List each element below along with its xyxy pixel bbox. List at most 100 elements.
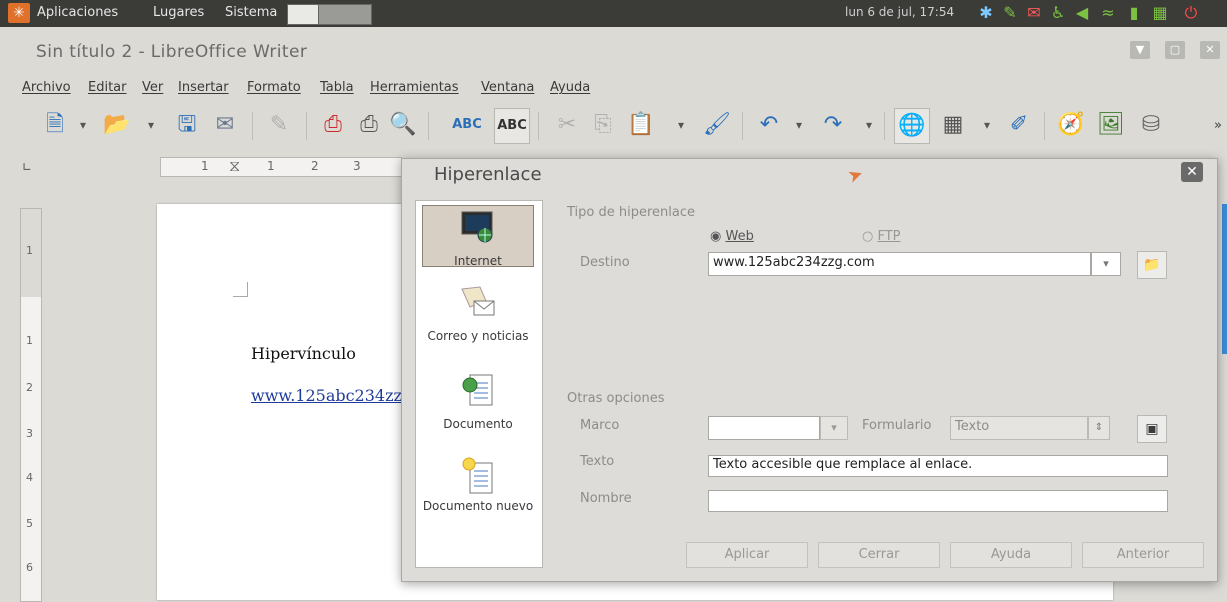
volume-muted-icon[interactable]: ◀: [1072, 3, 1092, 23]
email-document-icon[interactable]: ✉: [208, 108, 242, 142]
menu-formato[interactable]: Formato: [247, 80, 301, 95]
marco-dropdown-button[interactable]: ▾: [820, 416, 848, 440]
toolbar-separator: [306, 112, 307, 140]
applications-logo-icon[interactable]: ✳: [8, 3, 30, 23]
formulario-spin-button[interactable]: ⇕: [1088, 416, 1110, 440]
new-dropdown-arrow-icon[interactable]: ▾: [80, 118, 86, 132]
category-mail[interactable]: Correo y noticias: [422, 285, 534, 343]
redo-dropdown-arrow-icon[interactable]: ▾: [866, 118, 872, 132]
undo-dropdown-arrow-icon[interactable]: ▾: [796, 118, 802, 132]
window-titlebar: Sin título 2 - LibreOffice Writer: [0, 37, 1227, 67]
document-heading[interactable]: Hipervínculo: [251, 344, 356, 363]
panel-menu-lugares[interactable]: Lugares: [153, 5, 204, 20]
wifi-icon[interactable]: ≈: [1098, 3, 1118, 23]
hyperlink-icon[interactable]: 🌐: [894, 108, 930, 144]
minimize-window-button[interactable]: ▼: [1130, 41, 1150, 59]
maximize-window-button[interactable]: ▢: [1165, 41, 1185, 59]
print-preview-icon[interactable]: 🔍: [386, 108, 420, 142]
autospellcheck-icon[interactable]: ABC: [494, 108, 530, 144]
keyboard-layout-icon[interactable]: ▦: [1150, 3, 1170, 23]
cut-icon[interactable]: ✂: [550, 108, 584, 142]
gallery-icon[interactable]: 🖼: [1094, 108, 1128, 142]
menu-archivo[interactable]: Archivo: [22, 80, 71, 95]
battery-icon[interactable]: ▮: [1124, 3, 1144, 23]
pencil-app-icon[interactable]: ✎: [1000, 3, 1020, 23]
document-icon: [458, 373, 498, 413]
radio-ftp-label: FTP: [877, 229, 901, 244]
tab-stop-selector-icon[interactable]: ∟: [22, 160, 32, 174]
panel-menu-aplicaciones[interactable]: Aplicaciones: [37, 5, 118, 20]
close-window-button[interactable]: ✕: [1200, 41, 1220, 59]
document-hyperlink[interactable]: www.125abc234zzg: [251, 386, 412, 405]
spellcheck-icon[interactable]: ABC: [450, 108, 484, 142]
radio-ftp[interactable]: ○ FTP: [862, 229, 901, 244]
open-folder-icon[interactable]: 📂: [100, 108, 134, 142]
show-draw-functions-icon[interactable]: ✐: [1002, 108, 1036, 142]
marco-label: Marco: [580, 418, 620, 433]
close-button[interactable]: Cerrar: [818, 542, 940, 568]
marco-input[interactable]: [708, 416, 820, 440]
destino-input[interactable]: www.125abc234zzg.com: [708, 252, 1091, 276]
export-pdf-icon[interactable]: ⎙: [316, 108, 350, 142]
toolbar-separator: [1044, 112, 1045, 140]
panel-menu-sistema[interactable]: Sistema: [225, 5, 277, 20]
toolbar-separator: [884, 112, 885, 140]
redo-icon[interactable]: ↷: [816, 108, 850, 142]
ruler-mark: 6: [26, 561, 33, 574]
clone-formatting-icon[interactable]: 🖌: [700, 108, 734, 142]
text-boundary-corner: [233, 282, 248, 297]
paste-icon[interactable]: 📋: [624, 108, 658, 142]
save-icon[interactable]: 🖫: [170, 108, 204, 142]
power-icon[interactable]: ⏻: [1176, 3, 1206, 23]
table-dropdown-arrow-icon[interactable]: ▾: [984, 118, 990, 132]
network-status-icon[interactable]: ✱: [976, 3, 996, 23]
navigator-icon[interactable]: 🧭: [1054, 108, 1088, 142]
nombre-input[interactable]: [708, 490, 1168, 512]
formulario-select[interactable]: Texto: [950, 416, 1088, 440]
indent-marker-icon[interactable]: ⧖: [229, 156, 240, 176]
menu-insertar[interactable]: Insertar: [178, 80, 229, 95]
category-new-document[interactable]: Documento nuevo: [422, 455, 534, 513]
menu-ventana[interactable]: Ventana: [481, 80, 534, 95]
mail-tray-icon[interactable]: ✉: [1024, 3, 1044, 23]
menu-editar[interactable]: Editar: [88, 80, 127, 95]
ruler-mark: 1: [201, 159, 209, 173]
vertical-scrollbar[interactable]: [1222, 204, 1227, 354]
events-button[interactable]: ▣: [1137, 415, 1167, 443]
accessibility-icon[interactable]: ♿: [1048, 3, 1068, 23]
open-file-button[interactable]: 📁: [1137, 251, 1167, 279]
toolbar-separator: [742, 112, 743, 140]
menu-ayuda[interactable]: Ayuda: [550, 80, 590, 95]
category-document[interactable]: Documento: [422, 373, 534, 431]
menu-ver[interactable]: Ver: [142, 80, 163, 95]
data-sources-icon[interactable]: ⛁: [1134, 108, 1168, 142]
texto-input[interactable]: Texto accesible que remplace al enlace.: [708, 455, 1168, 477]
section-hyperlink-type: Tipo de hiperenlace: [567, 205, 695, 220]
back-button[interactable]: Anterior: [1082, 542, 1204, 568]
horizontal-ruler[interactable]: 1 ⧖ 1 2 3: [160, 156, 402, 177]
vertical-ruler[interactable]: 1 1 2 3 4 5 6: [20, 208, 42, 602]
toolbar-overflow-icon[interactable]: »: [1214, 118, 1222, 133]
undo-icon[interactable]: ↶: [752, 108, 786, 142]
ruler-mark: 3: [26, 427, 33, 440]
clock[interactable]: lun 6 de jul, 17:54: [845, 5, 954, 19]
help-button[interactable]: Ayuda: [950, 542, 1072, 568]
radio-web[interactable]: ◉ Web: [710, 229, 754, 244]
menu-herramientas[interactable]: Herramientas: [370, 80, 459, 95]
destino-dropdown-button[interactable]: ▾: [1091, 252, 1121, 276]
window-list-button-active[interactable]: [287, 4, 319, 25]
table-icon[interactable]: ▦: [936, 108, 970, 142]
edit-file-icon[interactable]: ✎: [262, 108, 296, 142]
category-internet[interactable]: Internet: [422, 205, 534, 268]
menu-tabla[interactable]: Tabla: [320, 80, 354, 95]
copy-icon[interactable]: ⎘: [586, 108, 620, 142]
top-panel: ✳ Aplicaciones Lugares Sistema lun 6 de …: [0, 0, 1227, 27]
print-icon[interactable]: ⎙: [352, 108, 386, 142]
paste-dropdown-arrow-icon[interactable]: ▾: [678, 118, 684, 132]
apply-button[interactable]: Aplicar: [686, 542, 808, 568]
new-document-icon[interactable]: 🗎: [38, 108, 72, 142]
macro-icon: ▣: [1145, 421, 1159, 437]
open-dropdown-arrow-icon[interactable]: ▾: [148, 118, 154, 132]
dialog-close-button[interactable]: ✕: [1181, 162, 1203, 182]
window-list-button[interactable]: [318, 4, 372, 25]
